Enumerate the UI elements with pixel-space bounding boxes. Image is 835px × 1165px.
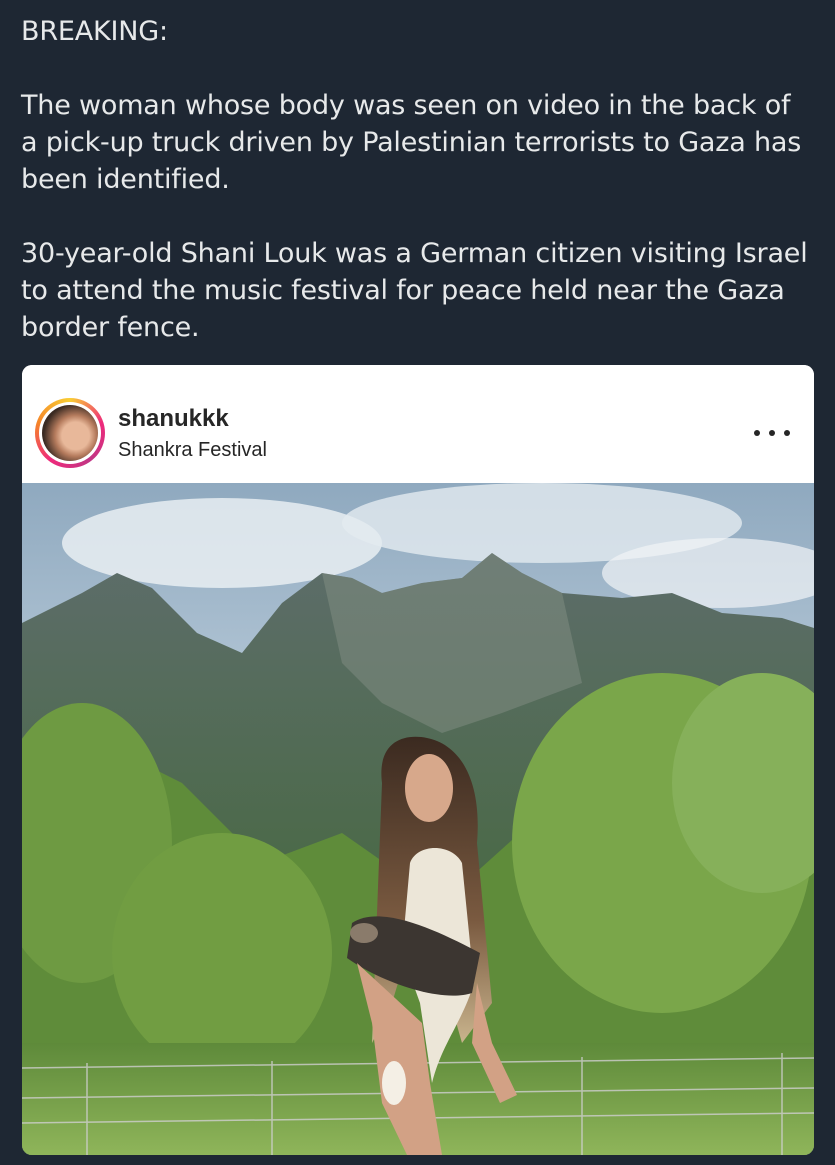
post-location[interactable]: Shankra Festival [118, 439, 267, 462]
embedded-instagram-post[interactable]: shanukkk Shankra Festival [22, 365, 814, 1155]
tweet-text: BREAKING: The woman whose body was seen … [21, 13, 821, 346]
tweet-line: been identified. [21, 164, 230, 195]
post-username[interactable]: shanukkk [118, 405, 229, 433]
tree [112, 833, 332, 1073]
post-header: shanukkk Shankra Festival [22, 365, 814, 483]
cloud [62, 498, 382, 588]
tweet-line: to attend the music festival for peace h… [21, 275, 785, 306]
tweet-line: The woman whose body was seen on video i… [21, 90, 791, 121]
avatar[interactable] [35, 398, 105, 468]
tweet-headline: BREAKING: [21, 16, 168, 47]
post-photo[interactable] [22, 483, 814, 1155]
avatar-border [39, 402, 101, 464]
dot [784, 430, 790, 436]
tweet-line: a pick-up truck driven by Palestinian te… [21, 127, 802, 158]
tweet-line: 30-year-old Shani Louk was a German citi… [21, 238, 808, 269]
more-horizontal-icon[interactable] [754, 423, 790, 443]
dot [754, 430, 760, 436]
tweet-line: border fence. [21, 312, 200, 343]
avatar-photo [42, 405, 98, 461]
dot [769, 430, 775, 436]
